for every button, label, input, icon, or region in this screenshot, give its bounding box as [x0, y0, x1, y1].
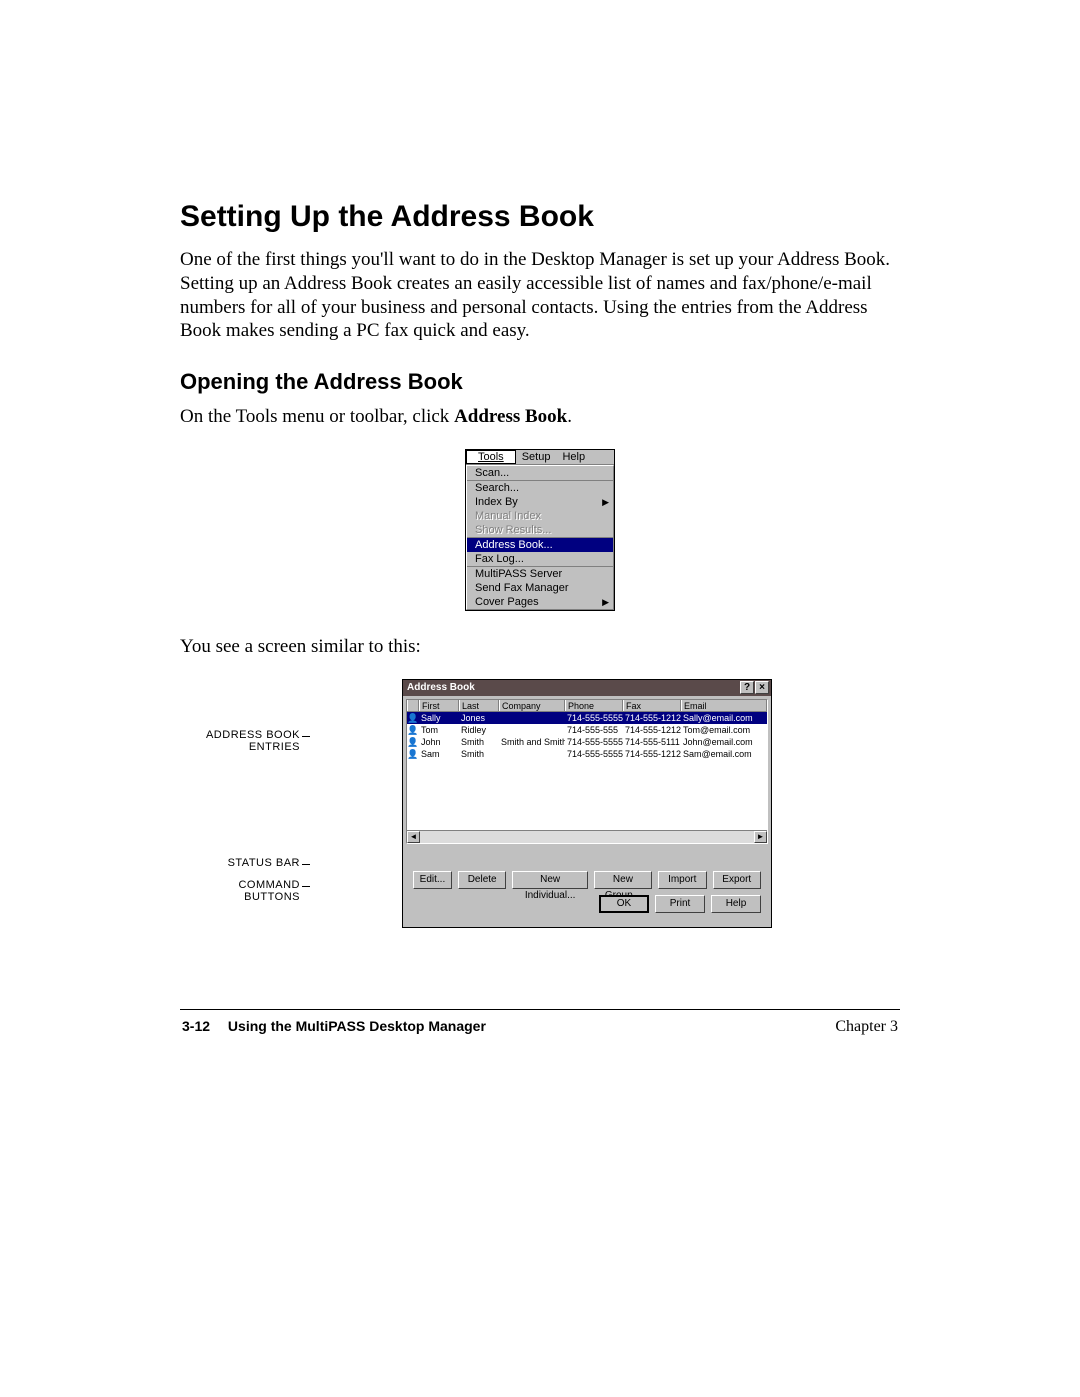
cell-phone: 714-555-5555: [565, 736, 623, 748]
person-icon: 👤: [407, 748, 419, 760]
entries-list[interactable]: First Last Company Phone Fax Email 👤Sall…: [406, 699, 768, 844]
menu-tools-label: Tools: [472, 450, 510, 464]
menu-setup[interactable]: Setup: [516, 450, 557, 464]
person-icon: 👤: [407, 736, 419, 748]
callout-commands: COMMAND BUTTONS: [238, 879, 300, 903]
cell-last: Smith: [459, 748, 499, 760]
menu-item-send-fax-manager[interactable]: Send Fax Manager: [467, 581, 613, 595]
page-number: 3-12: [182, 1018, 210, 1034]
cell-email: Sam@email.com: [681, 748, 767, 760]
col-email[interactable]: Email: [681, 699, 767, 711]
cell-phone: 714-555-5555: [565, 712, 623, 724]
menu-item-cover-pages-label: Cover Pages: [475, 596, 539, 608]
export-button[interactable]: Export: [713, 871, 762, 889]
import-button[interactable]: Import: [658, 871, 707, 889]
screen-lead: You see a screen similar to this:: [180, 635, 900, 659]
menu-tools[interactable]: Tools: [466, 450, 516, 464]
page-heading: Setting Up the Address Book: [180, 200, 900, 234]
menu-item-fax-log[interactable]: Fax Log...: [467, 552, 613, 566]
ok-button[interactable]: OK: [599, 895, 649, 913]
cell-last: Jones: [459, 712, 499, 724]
menu-item-search[interactable]: Search...: [467, 481, 613, 495]
instruction-suffix: .: [567, 406, 572, 427]
cell-phone: 714-555-555: [565, 724, 623, 736]
cell-email: John@email.com: [681, 736, 767, 748]
column-headers: First Last Company Phone Fax Email: [407, 700, 767, 712]
table-row[interactable]: 👤JohnSmithSmith and Smith714-555-5555714…: [407, 736, 767, 748]
instruction-bold: Address Book: [454, 406, 567, 427]
help-button[interactable]: ?: [740, 681, 754, 694]
cell-fax: 714-555-5111: [623, 736, 681, 748]
menu-item-scan[interactable]: Scan...: [467, 466, 613, 480]
intro-paragraph: One of the first things you'll want to d…: [180, 248, 900, 343]
table-row[interactable]: 👤SamSmith 714-555-5555714-555-1212Sam@ema…: [407, 748, 767, 760]
instruction-line: On the Tools menu or toolbar, click Addr…: [180, 405, 900, 429]
cell-phone: 714-555-5555: [565, 748, 623, 760]
instruction-prefix: On the Tools menu or toolbar, click: [180, 406, 454, 427]
col-fax[interactable]: Fax: [623, 699, 681, 711]
tools-menu-figure: Tools Setup Help Scan... Search... Index…: [465, 449, 615, 611]
cell-company: [499, 724, 565, 736]
col-phone[interactable]: Phone: [565, 699, 623, 711]
cell-email: Sally@email.com: [681, 712, 767, 724]
page-footer: 3-12 Using the MultiPASS Desktop Manager…: [180, 1018, 900, 1036]
callout-entries: ADDRESS BOOK ENTRIES: [206, 729, 300, 753]
footer-chapter: Chapter 3: [835, 1018, 898, 1036]
new-group-button[interactable]: New Group...: [594, 871, 652, 889]
col-first[interactable]: First: [419, 699, 459, 711]
table-row[interactable]: 👤SallyJones 714-555-5555714-555-1212Sally…: [407, 712, 767, 724]
status-bar: [406, 847, 768, 867]
cell-first: Sally: [419, 712, 459, 724]
submenu-arrow-icon: ▶: [602, 497, 609, 508]
cell-first: John: [419, 736, 459, 748]
person-icon: 👤: [407, 712, 419, 724]
sub-heading: Opening the Address Book: [180, 369, 900, 395]
cell-fax: 714-555-1212: [623, 748, 681, 760]
cell-first: Tom: [419, 724, 459, 736]
menu-item-show-results: Show Results...: [467, 523, 613, 537]
cell-email: Tom@email.com: [681, 724, 767, 736]
print-button[interactable]: Print: [655, 895, 705, 913]
menubar: Tools Setup Help: [466, 450, 614, 465]
cell-fax: 714-555-1212: [623, 724, 681, 736]
cell-fax: 714-555-1212: [623, 712, 681, 724]
delete-button[interactable]: Delete: [458, 871, 507, 889]
menu-help[interactable]: Help: [556, 450, 591, 464]
cell-company: [499, 712, 565, 724]
close-button[interactable]: ×: [755, 681, 769, 694]
command-buttons: Edit... Delete New Individual... New Gro…: [403, 869, 771, 927]
submenu-arrow-icon: ▶: [602, 597, 609, 608]
person-icon: 👤: [407, 724, 419, 736]
scroll-right-button[interactable]: ►: [754, 831, 767, 843]
menu-item-index-by-label: Index By: [475, 496, 518, 508]
menu-item-multipass-server[interactable]: MultiPASS Server: [467, 567, 613, 581]
cell-last: Smith: [459, 736, 499, 748]
horizontal-scrollbar[interactable]: ◄ ►: [407, 830, 767, 843]
cell-company: [499, 748, 565, 760]
menu-item-index-by[interactable]: Index By ▶: [467, 495, 613, 509]
col-last[interactable]: Last: [459, 699, 499, 711]
callout-status: STATUS BAR: [228, 857, 300, 869]
titlebar: Address Book ? ×: [403, 680, 771, 696]
table-row[interactable]: 👤TomRidley 714-555-555714-555-1212Tom@ema…: [407, 724, 767, 736]
address-book-window: Address Book ? × First Last Company Phon…: [402, 679, 772, 928]
new-individual-button[interactable]: New Individual...: [512, 871, 587, 889]
menu-item-cover-pages[interactable]: Cover Pages ▶: [467, 595, 613, 609]
cell-first: Sam: [419, 748, 459, 760]
col-company[interactable]: Company: [499, 699, 565, 711]
footer-section: Using the MultiPASS Desktop Manager: [228, 1018, 486, 1034]
cell-company: Smith and Smith: [499, 736, 565, 748]
footer-rule: [180, 1009, 900, 1010]
edit-button[interactable]: Edit...: [413, 871, 452, 889]
window-title: Address Book: [405, 682, 739, 693]
address-book-figure: ADDRESS BOOK ENTRIES STATUS BAR COMMAND …: [180, 679, 900, 949]
cell-last: Ridley: [459, 724, 499, 736]
scroll-left-button[interactable]: ◄: [407, 831, 420, 843]
help-button-bottom[interactable]: Help: [711, 895, 761, 913]
menu-item-address-book[interactable]: Address Book...: [467, 538, 613, 552]
menu-item-manual-index: Manual Index: [467, 509, 613, 523]
